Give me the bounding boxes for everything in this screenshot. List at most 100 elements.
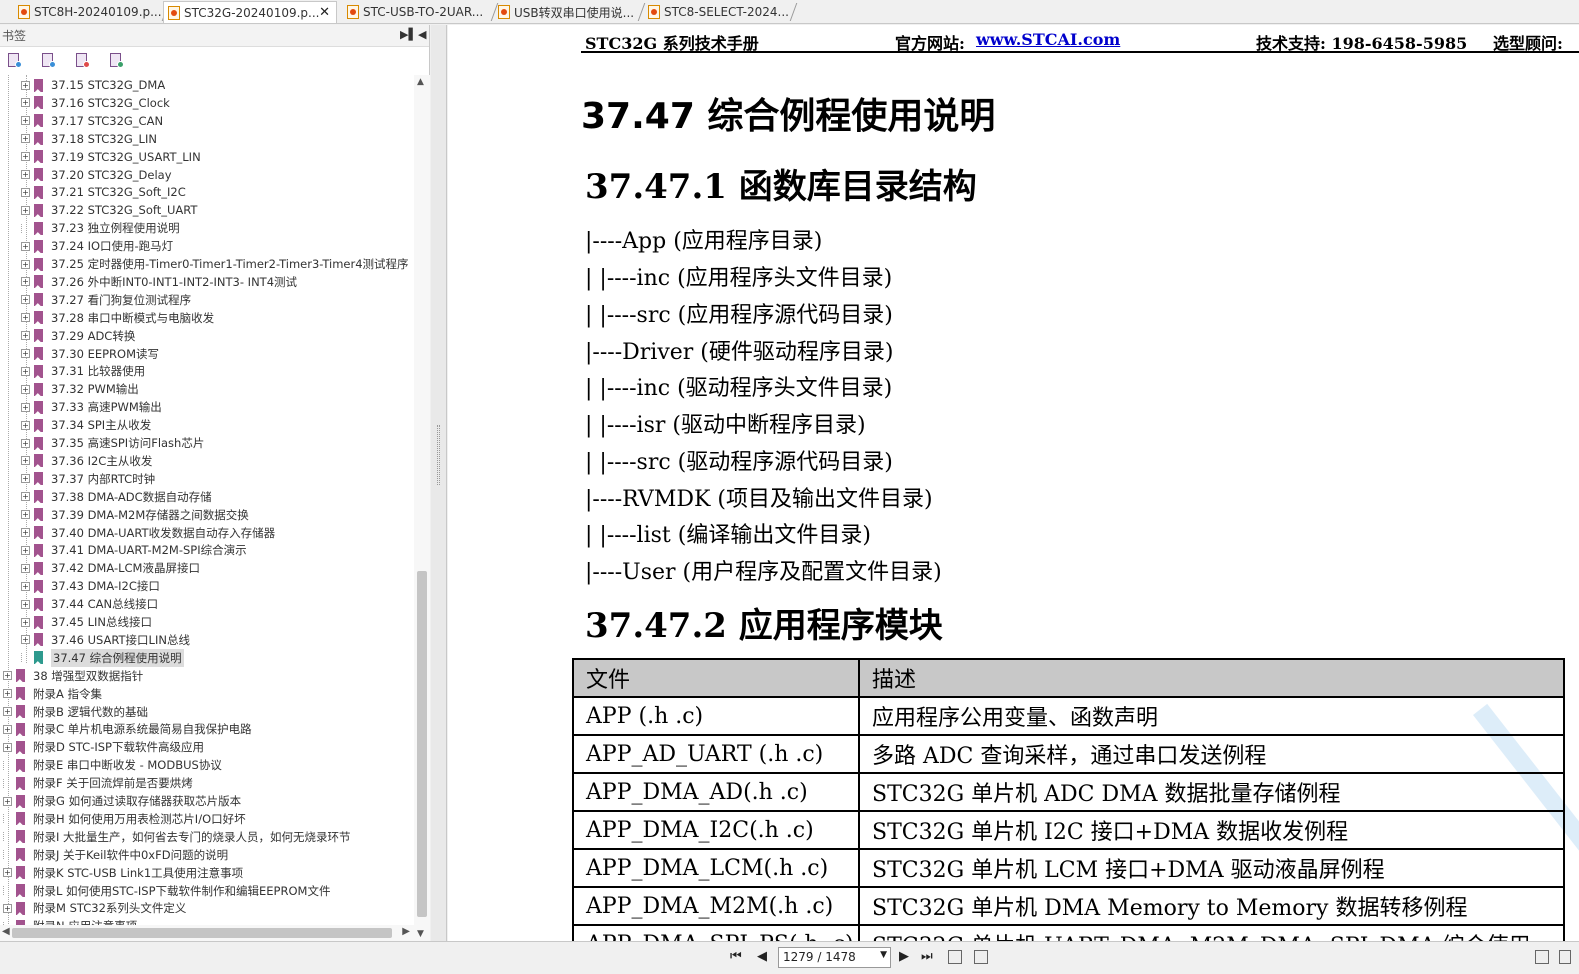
expand-toggle-icon[interactable]: + — [3, 671, 12, 681]
bookmark-item[interactable]: 37.47 综合例程使用说明 — [21, 648, 184, 667]
bookmark-item[interactable]: +37.16 STC32G_Clock — [21, 94, 170, 112]
bookmark-item[interactable]: +37.28 串口中断模式与电脑收发 — [21, 309, 214, 327]
bookmark-item[interactable]: +37.31 比较器使用 — [21, 362, 145, 380]
scroll-thumb[interactable] — [417, 571, 427, 917]
previous-page-icon[interactable]: ◀ — [757, 949, 767, 964]
panel-splitter[interactable] — [431, 25, 447, 941]
bookmark-item[interactable]: + 附录C 单片机电源系统最简易自我保护电路 — [3, 720, 252, 738]
bookmark-item[interactable]: +37.26 外中断INT0-INT1-INT2-INT3- INT4测试 — [21, 273, 297, 291]
bookmark-item[interactable]: + 附录D STC-ISP下载软件高级应用 — [3, 738, 204, 756]
bookmark-item[interactable]: +37.19 STC32G_USART_LIN — [21, 148, 201, 166]
expand-toggle-icon[interactable]: + — [21, 277, 30, 287]
bookmark-item[interactable]: +37.29 ADC转换 — [21, 327, 135, 345]
bookmark-item[interactable]: +37.18 STC32G_LIN — [21, 130, 157, 148]
bookmark-item[interactable]: +37.38 DMA-ADC数据自动存储 — [21, 488, 212, 506]
bookmark-item[interactable]: 37.23 独立例程使用说明 — [21, 219, 180, 237]
expand-toggle-icon[interactable]: + — [3, 868, 12, 878]
bookmark-item[interactable]: +37.20 STC32G_Delay — [21, 166, 172, 184]
expand-toggle-icon[interactable]: + — [21, 384, 30, 394]
first-page-icon[interactable]: ⏮ — [730, 949, 742, 964]
last-page-icon[interactable]: ⏭ — [921, 949, 933, 964]
expand-toggle-icon[interactable]: + — [21, 259, 30, 269]
bookmark-item[interactable]: 附录H 如何使用万用表检测芯片I/O口好坏 — [3, 810, 246, 828]
collapse-bookmarks-icon[interactable] — [40, 52, 56, 68]
pin-panel-icon[interactable]: ▶▌ — [400, 28, 417, 41]
bookmark-item[interactable]: + 附录K STC-USB Link1工具使用注意事项 — [3, 864, 243, 882]
bookmark-item[interactable]: + 附录M STC32系列头文件定义 — [3, 899, 186, 917]
expand-toggle-icon[interactable]: + — [21, 366, 30, 376]
expand-toggle-icon[interactable]: + — [21, 545, 30, 555]
expand-toggle-icon[interactable]: + — [3, 742, 12, 752]
scroll-down-icon[interactable]: ▼ — [417, 929, 424, 939]
header-web-link[interactable]: www.STCAI.com — [976, 30, 1120, 49]
bookmark-item[interactable]: +37.17 STC32G_CAN — [21, 112, 163, 130]
bookmark-item[interactable]: +37.21 STC32G_Soft_I2C — [21, 183, 186, 201]
bookmark-item[interactable]: +37.37 内部RTC时钟 — [21, 470, 155, 488]
expand-toggle-icon[interactable]: + — [21, 474, 30, 484]
bookmark-item[interactable]: 附录E 串口中断收发 - MODBUS协议 — [3, 756, 222, 774]
expand-toggle-icon[interactable]: + — [21, 187, 30, 197]
tab-stc-usb-to-2uart[interactable]: STC-USB-TO-2UAR... — [343, 1, 499, 23]
tab-stc32g[interactable]: STC32G-20240109.p... ✕ — [163, 1, 337, 23]
bookmark-item[interactable]: +37.27 看门狗复位测试程序 — [21, 291, 191, 309]
next-view-icon[interactable] — [974, 950, 988, 964]
collapse-panel-icon[interactable]: ◀ — [418, 28, 426, 41]
expand-toggle-icon[interactable]: + — [21, 80, 30, 90]
tab-usb-dual-uart-manual[interactable]: USB转双串口使用说... — [494, 1, 646, 23]
bookmark-item[interactable]: +37.30 EEPROM读写 — [21, 345, 159, 363]
expand-toggle-icon[interactable]: + — [21, 134, 30, 144]
bookmark-item[interactable]: +37.46 USART接口LIN总线 — [21, 631, 190, 649]
bookmark-item[interactable]: +37.44 CAN总线接口 — [21, 595, 158, 613]
expand-toggle-icon[interactable]: + — [21, 599, 30, 609]
expand-toggle-icon[interactable]: + — [21, 313, 30, 323]
expand-bookmarks-icon[interactable] — [6, 52, 22, 68]
bookmark-item[interactable]: +37.15 STC32G_DMA — [21, 76, 165, 94]
expand-toggle-icon[interactable]: + — [21, 492, 30, 502]
bookmark-item[interactable]: 附录J 关于Keil软件中0xFD问题的说明 — [3, 846, 228, 864]
bookmark-item[interactable]: +37.41 DMA-UART-M2M-SPI综合演示 — [21, 541, 247, 559]
expand-toggle-icon[interactable]: + — [21, 152, 30, 162]
expand-toggle-icon[interactable]: + — [3, 707, 12, 716]
bookmark-item[interactable]: +37.43 DMA-I2C接口 — [21, 577, 160, 595]
bookmark-item[interactable]: +37.32 PWM输出 — [21, 380, 139, 398]
scroll-up-icon[interactable]: ▲ — [417, 77, 424, 87]
bookmark-item[interactable]: + 附录A 指令集 — [3, 685, 102, 703]
expand-toggle-icon[interactable]: + — [21, 438, 30, 448]
bookmark-item[interactable]: +37.45 LIN总线接口 — [21, 613, 152, 631]
expand-toggle-icon[interactable]: + — [21, 617, 30, 627]
double-page-view-icon[interactable] — [1559, 950, 1571, 964]
tab-stc8-select[interactable]: STC8-SELECT-2024... — [644, 1, 798, 23]
find-bookmark-icon[interactable] — [108, 52, 124, 68]
bookmark-item[interactable]: +37.42 DMA-LCM液晶屏接口 — [21, 559, 200, 577]
tab-stc8h[interactable]: STC8H-20240109.p... — [14, 1, 170, 23]
expand-toggle-icon[interactable]: + — [21, 420, 30, 430]
bookmark-item[interactable]: +37.33 高速PWM输出 — [21, 398, 162, 416]
next-page-icon[interactable]: ▶ — [899, 949, 909, 964]
scroll-thumb[interactable] — [12, 928, 392, 938]
bookmark-horizontal-scrollbar[interactable]: ◀ ▶ — [0, 925, 414, 941]
bookmark-item[interactable]: + 附录G 如何通过读取存储器获取芯片版本 — [3, 792, 241, 810]
expand-toggle-icon[interactable]: + — [21, 510, 30, 520]
expand-toggle-icon[interactable]: + — [21, 456, 30, 466]
expand-toggle-icon[interactable]: + — [21, 581, 30, 591]
scroll-right-icon[interactable]: ▶ — [402, 926, 410, 937]
expand-toggle-icon[interactable]: + — [3, 903, 12, 913]
expand-toggle-icon[interactable]: + — [3, 796, 12, 806]
bookmark-vertical-scrollbar[interactable]: ▲ ▼ — [414, 75, 430, 941]
close-tab-icon[interactable]: ✕ — [319, 5, 330, 20]
bookmark-item[interactable]: +37.24 IO口使用-跑马灯 — [21, 237, 173, 255]
bookmark-item[interactable]: +38 增强型双数据指针 — [3, 667, 143, 685]
scroll-left-icon[interactable]: ◀ — [2, 926, 10, 937]
bookmark-item[interactable]: +37.40 DMA-UART收发数据自动存入存储器 — [21, 524, 275, 542]
expand-toggle-icon[interactable]: + — [21, 563, 30, 573]
single-page-view-icon[interactable] — [1535, 950, 1549, 964]
add-bookmark-icon[interactable] — [74, 52, 90, 68]
bookmark-item[interactable]: +37.36 I2C主从收发 — [21, 452, 152, 470]
bookmark-item[interactable]: +37.39 DMA-M2M存储器之间数据交换 — [21, 506, 249, 524]
bookmark-item[interactable]: +37.25 定时器使用-Timer0-Timer1-Timer2-Timer3… — [21, 255, 409, 273]
expand-toggle-icon[interactable]: + — [3, 724, 12, 734]
expand-toggle-icon[interactable]: + — [21, 528, 30, 537]
expand-toggle-icon[interactable]: + — [21, 349, 30, 358]
expand-toggle-icon[interactable]: + — [21, 295, 30, 305]
bookmark-item[interactable]: 附录F 关于回流焊前是否要烘烤 — [3, 774, 193, 792]
